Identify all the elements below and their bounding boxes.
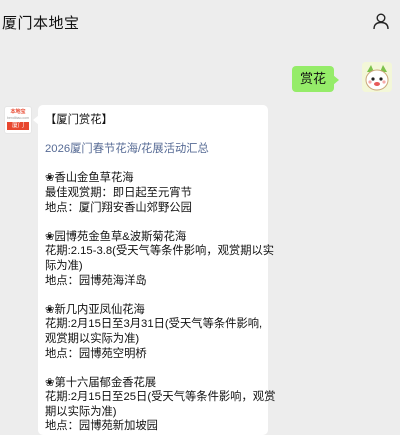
message-line: 地点：厦门翔安香山郊野公园 xyxy=(45,201,192,214)
message-line: 花期:2.15-3.8(受天气等条件影响，观赏期以实 xyxy=(45,245,275,258)
chat-header: 厦门本地宝 xyxy=(0,0,400,44)
message-line: 花期:2月15日至3月31日(受天气等条件影响, xyxy=(45,318,263,331)
bot-avatar[interactable]: 本地宝 bendibao.com 厦门 xyxy=(4,106,32,134)
message-line: 花期:2月15日至25日(受天气等条件影响，观赏 xyxy=(45,391,276,404)
message-line: 地点：园博苑海洋岛 xyxy=(45,274,147,287)
message-line: 观赏期以实际为准) xyxy=(45,332,140,345)
message-line: ❀园博苑金鱼草&波斯菊花海 xyxy=(45,230,187,243)
message-line: ❀香山金鱼草花海 xyxy=(45,172,134,185)
bot-message-bubble[interactable]: 【厦门赏花】 2026厦门春节花海/花展活动汇总 ❀香山金鱼草花海 最佳观赏期：即日起… xyxy=(33,105,276,435)
user-avatar[interactable] xyxy=(362,62,392,92)
user-message-text: 赏花 xyxy=(299,71,326,86)
message-line xyxy=(45,128,267,143)
cartoon-avatar-icon xyxy=(362,62,392,92)
bot-logo-badge: 厦门 xyxy=(7,122,29,130)
message-line: 际为准) xyxy=(45,259,83,272)
message-line xyxy=(45,157,267,172)
message-line: 最佳观赏期：即日起至元宵节 xyxy=(45,186,192,199)
message-line: ❀新几内亚凤仙花海 xyxy=(45,303,145,316)
message-line: 【厦门赏花】 xyxy=(45,114,113,126)
message-line: 期以实际为准) xyxy=(45,405,117,418)
message-line: ❀第十六届郁金香花展 xyxy=(45,376,157,389)
bot-message-text: 【厦门赏花】 2026厦门春节花海/花展活动汇总 ❀香山金鱼草花海 最佳观赏期：即日起… xyxy=(45,113,276,434)
message-line: 地点：园博苑新加坡园 xyxy=(45,420,158,433)
person-icon[interactable] xyxy=(372,12,390,30)
message-line xyxy=(45,215,267,230)
chat-title: 厦门本地宝 xyxy=(2,15,80,32)
bot-logo-text: 本地宝 bendibao.com xyxy=(7,109,29,120)
message-line xyxy=(45,361,267,376)
message-link[interactable]: 2026厦门春节花海/花展活动汇总 xyxy=(45,142,267,157)
user-message-bubble[interactable]: 赏花 xyxy=(291,66,340,92)
message-line xyxy=(45,288,267,303)
message-line: 地点：园博苑空明桥 xyxy=(45,347,147,360)
